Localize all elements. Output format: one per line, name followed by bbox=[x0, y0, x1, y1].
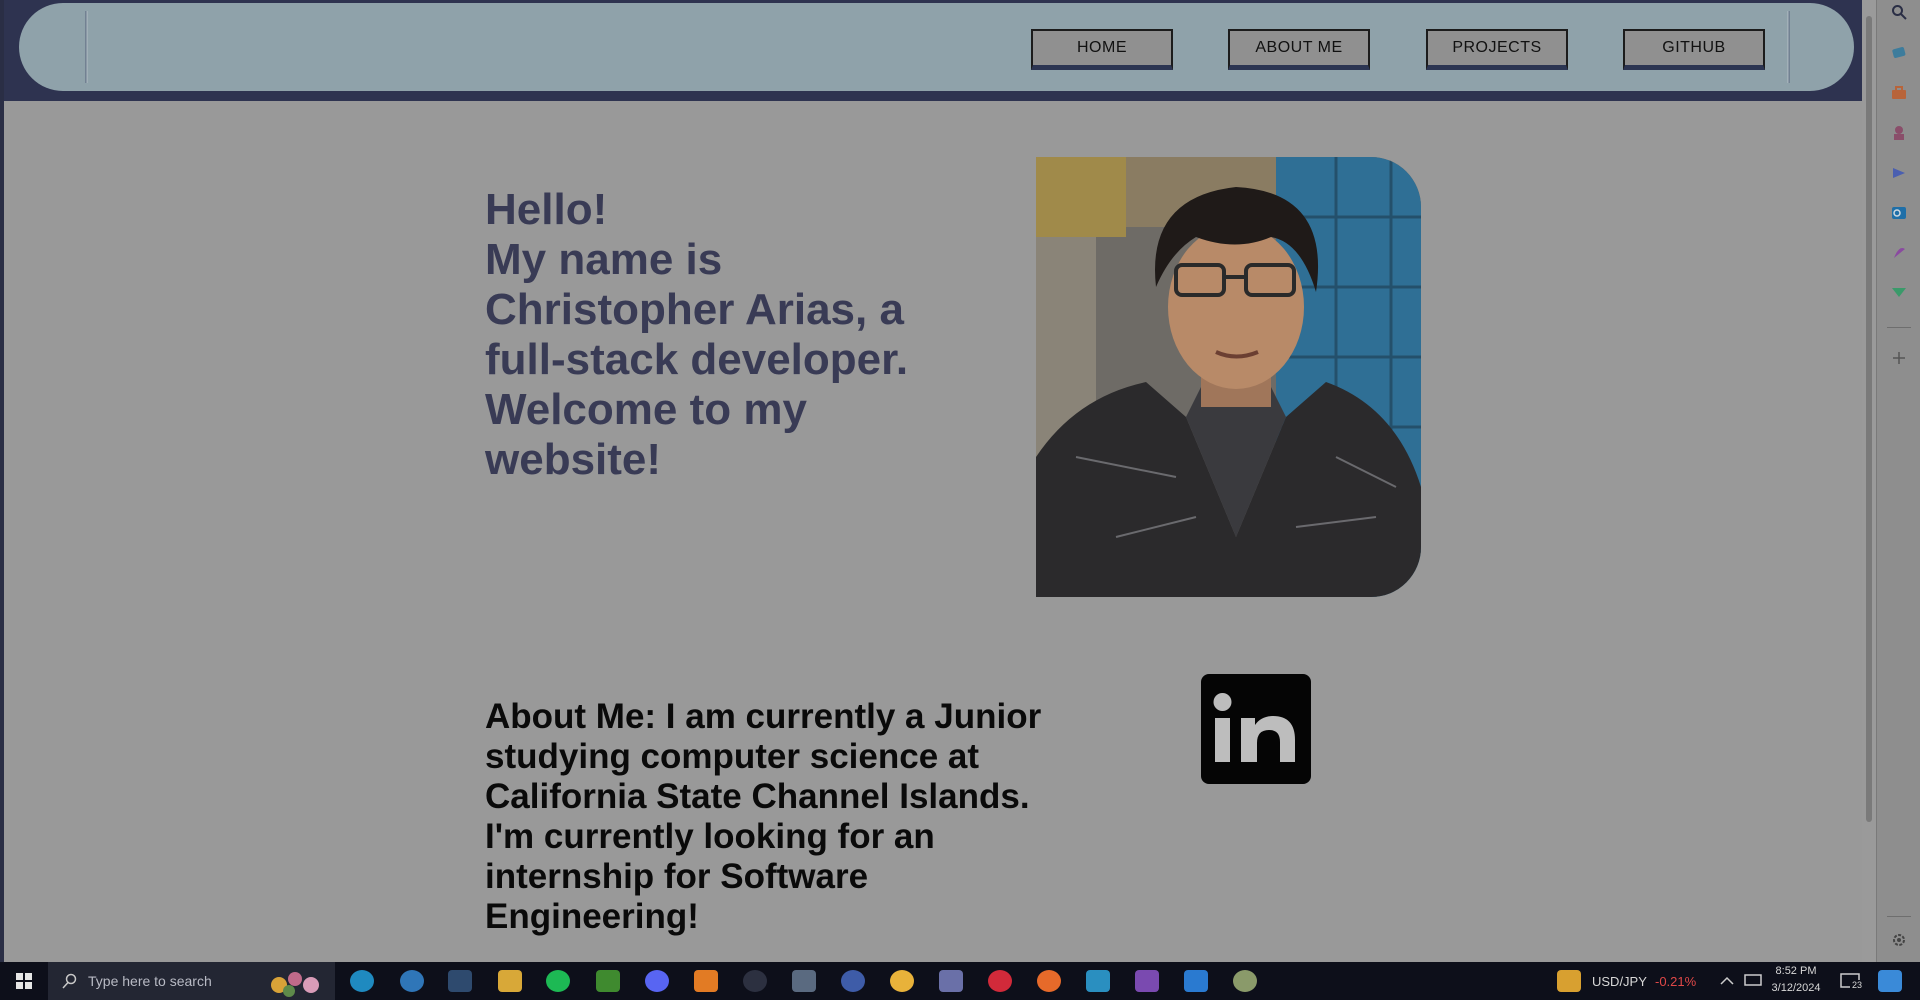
windows-start-icon[interactable] bbox=[0, 962, 48, 1000]
bing-icon[interactable] bbox=[400, 970, 424, 992]
spotify-icon[interactable] bbox=[546, 970, 570, 992]
chrome-icon[interactable] bbox=[890, 970, 914, 992]
nav-about-button[interactable]: ABOUT ME bbox=[1228, 29, 1370, 70]
eclipse-icon[interactable] bbox=[939, 970, 963, 992]
browser-viewport: HOME ABOUT ME PROJECTS GITHUB Hello! My … bbox=[0, 0, 1876, 962]
navbar-left-edge bbox=[85, 11, 88, 83]
edge-icon[interactable] bbox=[350, 970, 374, 992]
calculator-icon[interactable] bbox=[792, 970, 816, 992]
steam-icon[interactable] bbox=[448, 970, 472, 992]
taskbar-search-box[interactable]: Type here to search bbox=[48, 962, 335, 1000]
ticker-icon[interactable] bbox=[1557, 970, 1581, 992]
drop-icon[interactable] bbox=[1890, 284, 1908, 302]
navbar-right-edge bbox=[1787, 11, 1790, 83]
nav-github-button[interactable]: GITHUB bbox=[1623, 29, 1765, 70]
atom-icon[interactable] bbox=[743, 970, 767, 992]
games-icon[interactable] bbox=[1890, 124, 1908, 142]
clock-time[interactable]: 8:52 PM bbox=[1762, 965, 1830, 977]
header-band: HOME ABOUT ME PROJECTS GITHUB bbox=[4, 0, 1866, 101]
scrollbar-thumb[interactable] bbox=[1866, 16, 1872, 822]
taskbar: Type here to search USD/JPY -0.21% 8:52 … bbox=[0, 962, 1920, 1000]
firefox-icon[interactable] bbox=[1037, 970, 1061, 992]
discord-icon[interactable] bbox=[645, 970, 669, 992]
page-scrollbar[interactable] bbox=[1862, 0, 1876, 962]
profile-photo-illustration bbox=[1036, 157, 1421, 597]
opera-icon[interactable] bbox=[988, 970, 1012, 992]
notification-count: 23 bbox=[1850, 980, 1864, 990]
ticker-change: -0.21% bbox=[1655, 974, 1697, 989]
app-purple-icon[interactable] bbox=[1135, 970, 1159, 992]
chevron-up-icon[interactable] bbox=[1720, 976, 1734, 986]
sublime-icon[interactable] bbox=[694, 970, 718, 992]
copilot-icon[interactable] bbox=[1890, 164, 1908, 182]
hero-greeting: Hello! My name is Christopher Arias, a f… bbox=[485, 185, 909, 484]
widgets-icon[interactable] bbox=[1878, 970, 1902, 992]
designer-icon[interactable] bbox=[1890, 244, 1908, 262]
clock-date[interactable]: 3/12/2024 bbox=[1762, 982, 1830, 994]
search-placeholder: Type here to search bbox=[88, 973, 212, 989]
browser-sidebar bbox=[1876, 0, 1920, 962]
about-me-text: About Me: I am currently a Junior studyi… bbox=[485, 697, 1042, 936]
gear-icon[interactable] bbox=[1890, 931, 1908, 949]
network-icon[interactable] bbox=[1744, 974, 1762, 988]
app-circle-icon[interactable] bbox=[841, 970, 865, 992]
search-highlight-flowers-icon bbox=[271, 972, 319, 997]
search-icon bbox=[62, 973, 77, 989]
toolbox-icon[interactable] bbox=[1890, 84, 1908, 102]
linkedin-logo bbox=[1213, 693, 1295, 762]
ticker-label: USD/JPY bbox=[1592, 974, 1647, 989]
app-misc-icon[interactable] bbox=[1233, 970, 1257, 992]
tag-icon[interactable] bbox=[1890, 44, 1908, 62]
search-icon[interactable] bbox=[1890, 3, 1908, 21]
add-icon[interactable] bbox=[1890, 349, 1908, 367]
nav-projects-button[interactable]: PROJECTS bbox=[1426, 29, 1568, 70]
sidebar-divider bbox=[1887, 327, 1911, 328]
sidebar-divider-bottom bbox=[1887, 916, 1911, 917]
file-explorer-icon[interactable] bbox=[498, 970, 522, 992]
navbar: HOME ABOUT ME PROJECTS GITHUB bbox=[19, 3, 1854, 91]
vscode-icon[interactable] bbox=[1184, 970, 1208, 992]
app-f-icon[interactable] bbox=[1086, 970, 1110, 992]
linkedin-icon[interactable] bbox=[1201, 674, 1311, 784]
nav-home-button[interactable]: HOME bbox=[1031, 29, 1173, 70]
minecraft-icon[interactable] bbox=[596, 970, 620, 992]
profile-photo bbox=[1036, 157, 1421, 597]
outlook-icon[interactable] bbox=[1890, 204, 1908, 222]
